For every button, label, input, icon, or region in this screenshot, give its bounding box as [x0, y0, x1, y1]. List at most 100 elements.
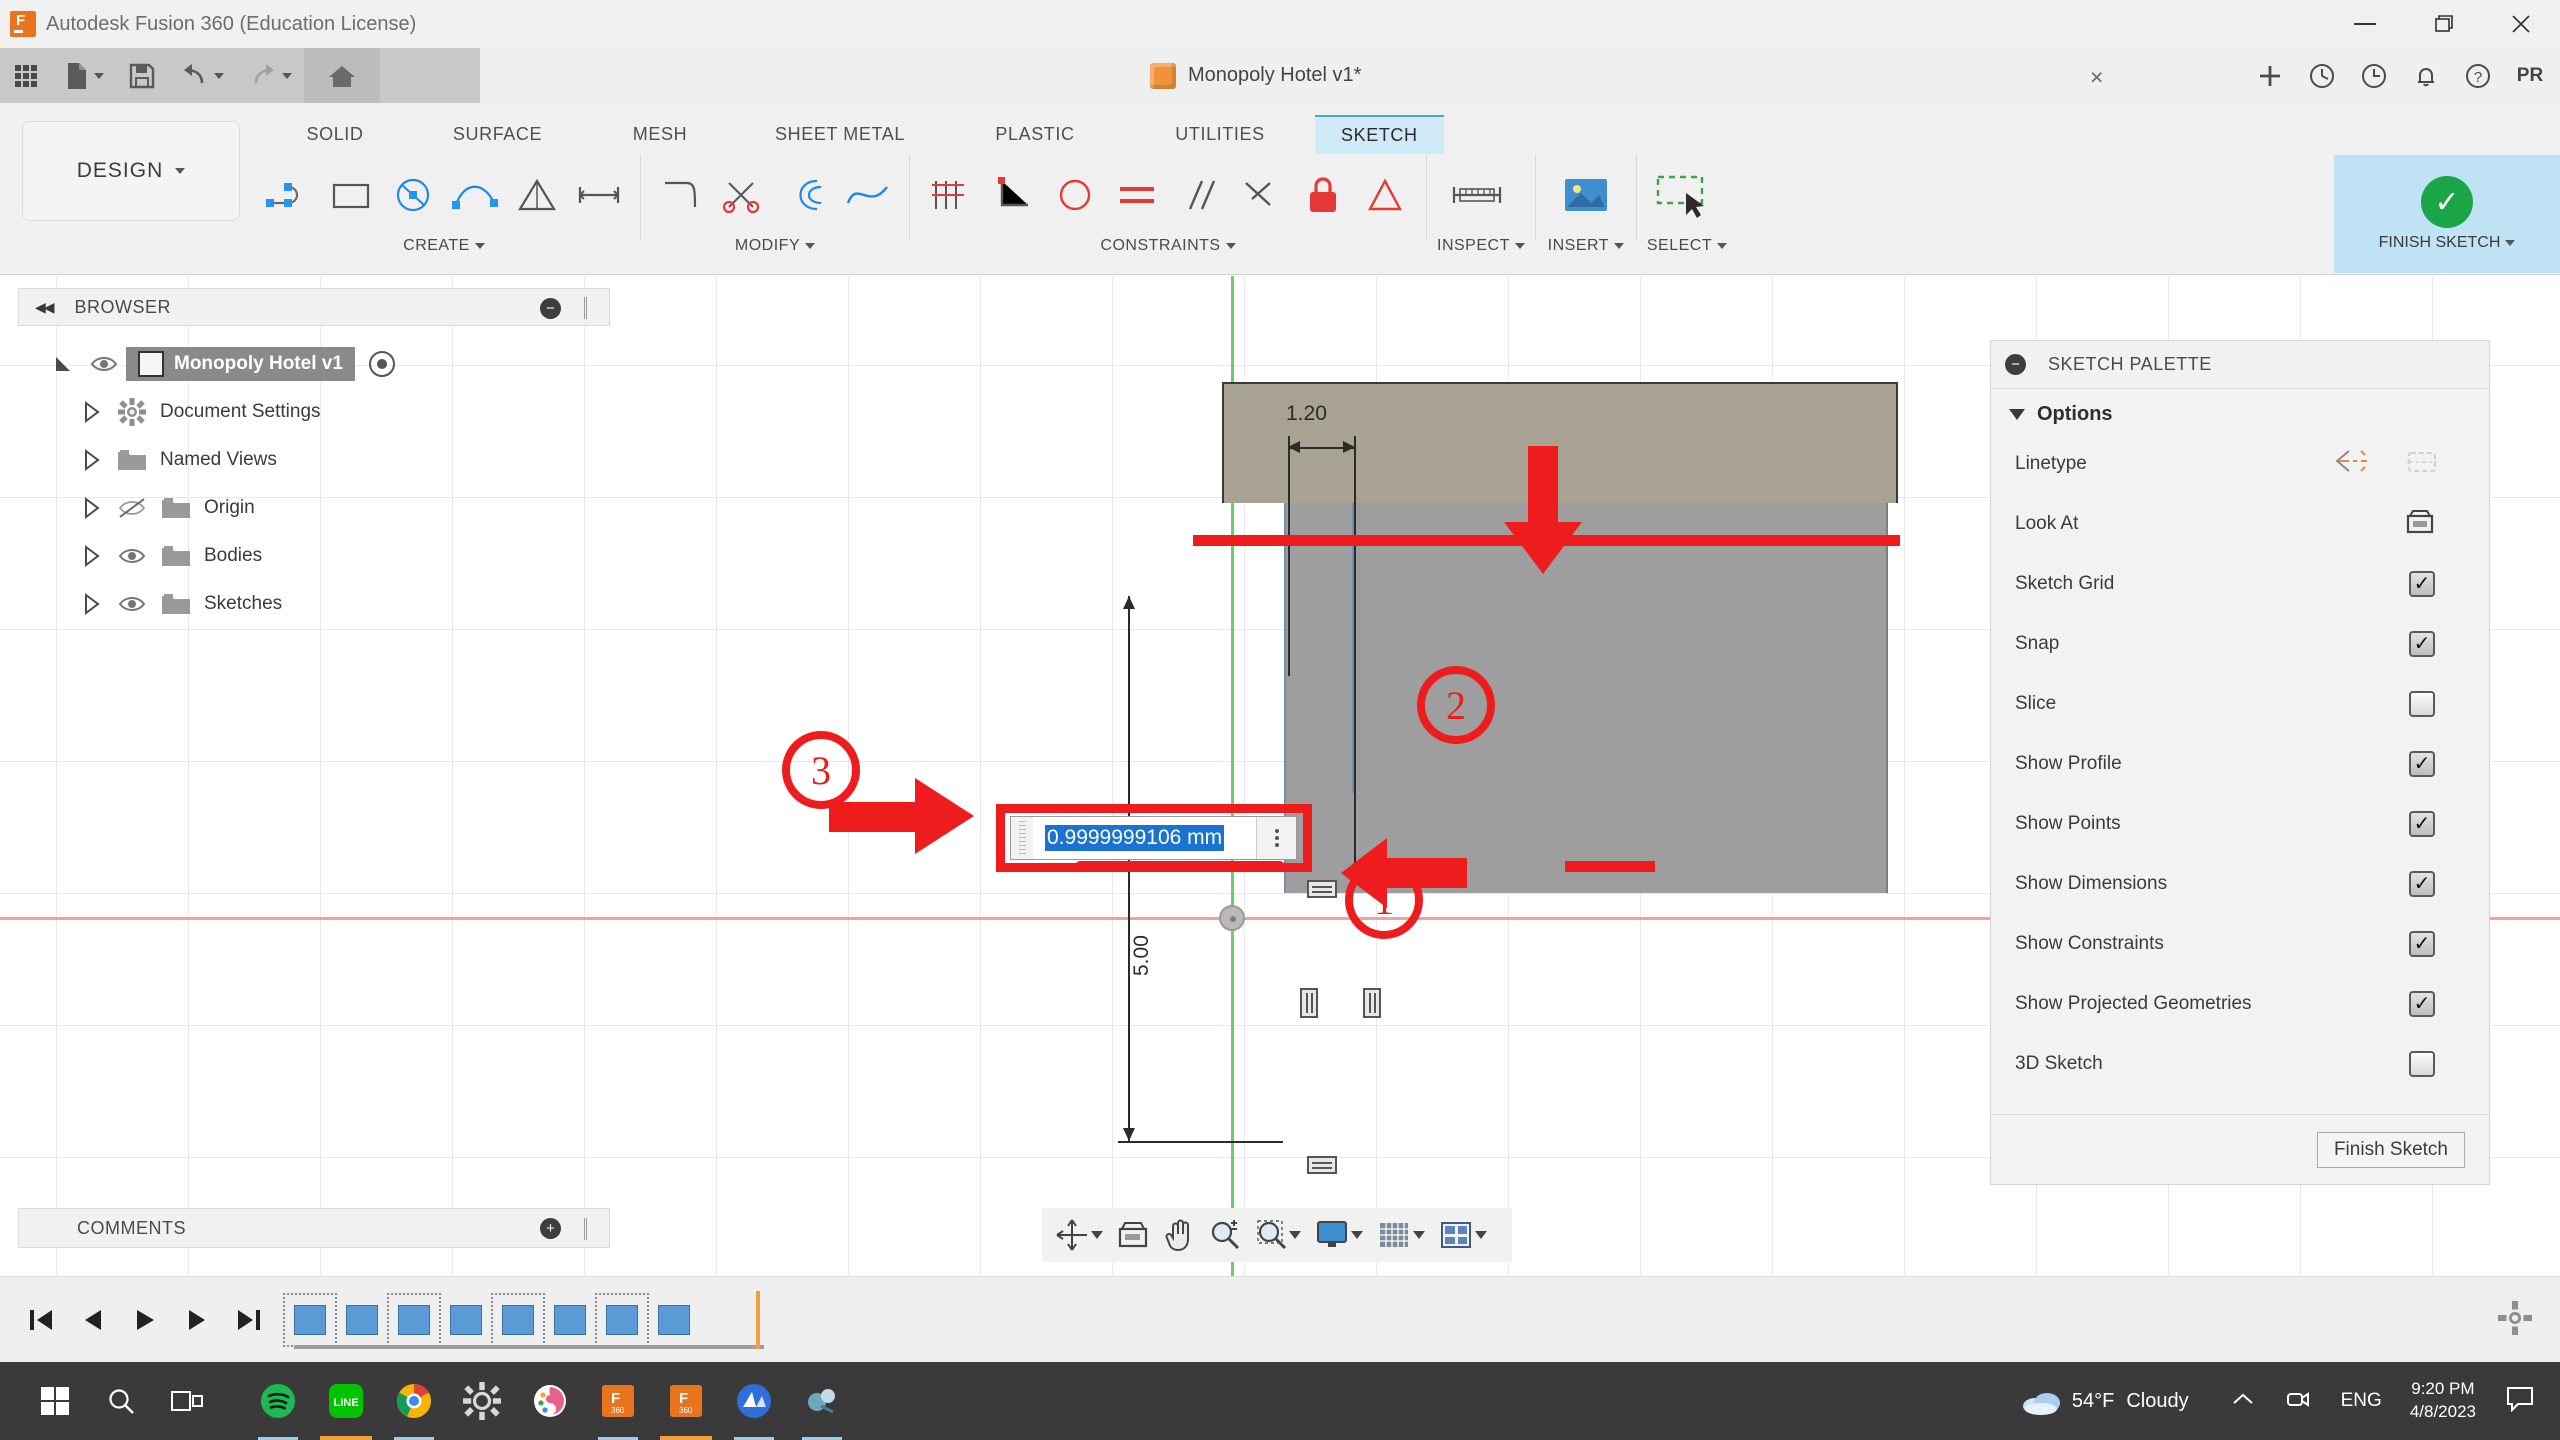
- expand-triangle-icon[interactable]: [74, 593, 110, 615]
- parallel-constraint-icon[interactable]: [1168, 158, 1230, 232]
- fillet-tool-icon[interactable]: [651, 158, 713, 232]
- constraint-glyph-horizontal[interactable]: [1307, 880, 1337, 898]
- sketch-palette-options-section[interactable]: Options: [1991, 389, 2489, 434]
- line-tool-icon[interactable]: [258, 158, 320, 232]
- timeline-feature[interactable]: [444, 1298, 488, 1342]
- expand-triangle-icon[interactable]: [46, 353, 82, 375]
- sketch-origin-point[interactable]: [1219, 905, 1245, 931]
- ribbon-group-inspect-label[interactable]: INSPECT: [1437, 237, 1525, 255]
- new-document-icon[interactable]: [52, 48, 116, 103]
- ribbon-group-constraints-label[interactable]: CONSTRAINTS: [920, 237, 1416, 255]
- tab-plastic[interactable]: PLASTIC: [945, 118, 1125, 151]
- checkbox-sketch-grid[interactable]: ✓: [2409, 571, 2435, 597]
- eye-visible-icon[interactable]: [82, 354, 126, 374]
- fix-constraint-icon[interactable]: [1292, 158, 1354, 232]
- camera-icon[interactable]: [2285, 1387, 2311, 1416]
- expand-triangle-icon[interactable]: [74, 401, 110, 423]
- recent-icon[interactable]: [2352, 54, 2396, 98]
- select-tool-icon[interactable]: [1647, 158, 1727, 232]
- timeline-feature[interactable]: [392, 1298, 436, 1342]
- curvature-constraint-icon[interactable]: [1354, 158, 1416, 232]
- eye-visible-icon[interactable]: [110, 546, 154, 566]
- chevron-down-icon[interactable]: [94, 73, 104, 79]
- spotify-icon[interactable]: [244, 1362, 312, 1440]
- checkbox-3d-sketch[interactable]: [2409, 1051, 2435, 1077]
- settings-gear-icon[interactable]: [448, 1362, 516, 1440]
- palette-row-snap[interactable]: Snap ✓: [1991, 614, 2489, 674]
- tree-row-bodies[interactable]: Bodies: [18, 532, 610, 580]
- minimize-icon[interactable]: [2326, 0, 2404, 48]
- tree-row-named-views[interactable]: Named Views: [18, 436, 610, 484]
- tab-mesh[interactable]: MESH: [585, 118, 735, 151]
- chevron-down-icon[interactable]: [1351, 1231, 1363, 1239]
- chevron-down-icon[interactable]: [1475, 1231, 1487, 1239]
- look-at-icon[interactable]: [2405, 508, 2435, 541]
- tab-sheet-metal[interactable]: SHEET METAL: [735, 118, 945, 151]
- fusion-360-icon-2[interactable]: F360: [652, 1362, 720, 1440]
- offset-tool-icon[interactable]: [775, 158, 837, 232]
- language-indicator[interactable]: ENG: [2341, 1390, 2382, 1412]
- expand-triangle-icon[interactable]: [74, 497, 110, 519]
- display-settings-icon[interactable]: [1308, 1208, 1370, 1262]
- dimension-value-120[interactable]: 1.20: [1286, 402, 1327, 426]
- windows-start-icon[interactable]: [22, 1362, 88, 1440]
- tree-row-sketches[interactable]: Sketches: [18, 580, 610, 628]
- palette-row-show-profile[interactable]: Show Profile ✓: [1991, 734, 2489, 794]
- undo-icon[interactable]: [168, 48, 236, 103]
- zoom-icon[interactable]: [1202, 1208, 1248, 1262]
- chevron-down-icon[interactable]: [1091, 1231, 1103, 1239]
- coincident-constraint-icon[interactable]: [1230, 158, 1292, 232]
- expand-triangle-icon[interactable]: [74, 449, 110, 471]
- step-forward-icon[interactable]: [180, 1303, 214, 1337]
- orbit-icon[interactable]: [1048, 1208, 1110, 1262]
- look-at-icon[interactable]: [1110, 1208, 1156, 1262]
- palette-row-show-constraints[interactable]: Show Constraints ✓: [1991, 914, 2489, 974]
- dimension-tool-icon[interactable]: [920, 158, 982, 232]
- step-back-icon[interactable]: [76, 1303, 110, 1337]
- chevron-down-icon[interactable]: [214, 73, 224, 79]
- panel-resize-grip[interactable]: [584, 297, 587, 319]
- panel-resize-grip[interactable]: [584, 1218, 587, 1240]
- ribbon-group-insert-label[interactable]: INSERT: [1546, 237, 1626, 255]
- maximize-icon[interactable]: [2404, 0, 2482, 48]
- plus-circle-icon[interactable]: +: [540, 1218, 561, 1239]
- skip-to-end-icon[interactable]: [232, 1303, 266, 1337]
- root-component-item[interactable]: Monopoly Hotel v1: [126, 347, 355, 381]
- eye-visible-icon[interactable]: [110, 594, 154, 614]
- chrome-icon[interactable]: [380, 1362, 448, 1440]
- save-icon[interactable]: [116, 48, 168, 103]
- fusion-360-icon[interactable]: F360: [584, 1362, 652, 1440]
- model-side-face[interactable]: [1284, 503, 1888, 893]
- paint-3d-icon[interactable]: [516, 1362, 584, 1440]
- chevron-down-icon[interactable]: [282, 73, 292, 79]
- constraint-glyph-vertical[interactable]: [1300, 988, 1318, 1018]
- rectangle-tool-icon[interactable]: [320, 158, 382, 232]
- slot-tool-icon[interactable]: [568, 158, 630, 232]
- close-document-tab[interactable]: ×: [2090, 64, 2103, 91]
- eye-hidden-icon[interactable]: [110, 497, 154, 519]
- bell-icon[interactable]: [2404, 54, 2448, 98]
- task-view-icon[interactable]: [154, 1362, 220, 1440]
- document-tab[interactable]: Monopoly Hotel v1*: [1150, 48, 1361, 103]
- spline-tool-icon[interactable]: [837, 158, 899, 232]
- workspace-selector[interactable]: DESIGN: [22, 121, 240, 221]
- taskbar-clock[interactable]: 9:20 PM 4/8/2023: [2410, 1378, 2476, 1424]
- tab-utilities[interactable]: UTILITIES: [1125, 118, 1315, 151]
- timeline-feature[interactable]: [496, 1298, 540, 1342]
- checkbox-show-dimensions[interactable]: ✓: [2409, 871, 2435, 897]
- insert-image-icon[interactable]: [1546, 158, 1626, 232]
- trim-tool-icon[interactable]: [713, 158, 775, 232]
- timeline-feature[interactable]: [340, 1298, 384, 1342]
- finish-sketch-palette-button[interactable]: Finish Sketch: [2317, 1132, 2465, 1168]
- centerline-icon[interactable]: [2405, 447, 2439, 482]
- constraint-glyph-vertical[interactable]: [1363, 988, 1381, 1018]
- checkbox-slice[interactable]: [2409, 691, 2435, 717]
- weather-widget[interactable]: 54°F Cloudy: [2020, 1388, 2189, 1414]
- timeline-feature[interactable]: [600, 1298, 644, 1342]
- constraint-glyph-horizontal[interactable]: [1307, 1156, 1337, 1174]
- palette-row-sketch-grid[interactable]: Sketch Grid ✓: [1991, 554, 2489, 614]
- timeline-feature[interactable]: [652, 1298, 696, 1342]
- close-icon[interactable]: [2482, 0, 2560, 48]
- search-icon[interactable]: [88, 1362, 154, 1440]
- line-icon[interactable]: LINE: [312, 1362, 380, 1440]
